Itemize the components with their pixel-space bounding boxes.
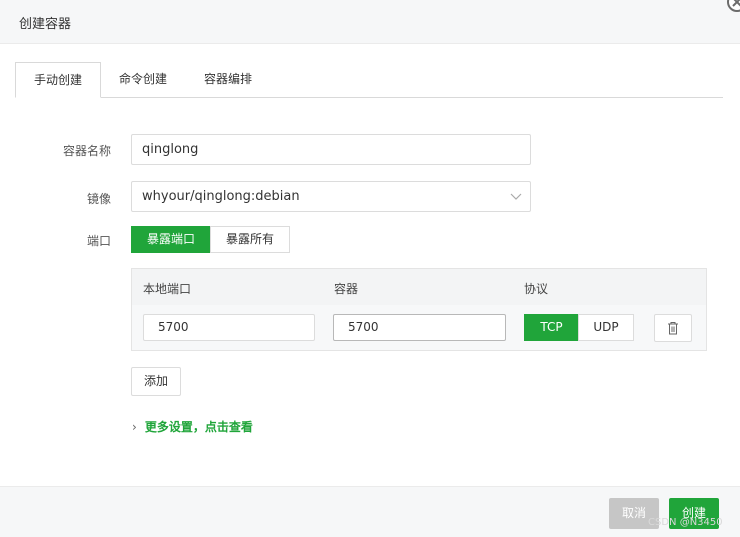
container-name-label: 容器名称 bbox=[62, 144, 111, 158]
header-protocol: 协议 bbox=[524, 282, 549, 296]
chevron-right-icon: › bbox=[132, 420, 137, 434]
tab-compose[interactable]: 容器编排 bbox=[193, 62, 263, 97]
protocol-udp-button[interactable]: UDP bbox=[578, 314, 634, 341]
port-label: 端口 bbox=[86, 234, 111, 248]
expose-port-button[interactable]: 暴露端口 bbox=[131, 226, 211, 253]
header-local-port: 本地端口 bbox=[143, 282, 192, 296]
tab-bar: 手动创建 命令创建 容器编排 bbox=[15, 62, 723, 98]
dialog-header: 创建容器 bbox=[0, 0, 740, 44]
chevron-down-icon bbox=[510, 193, 522, 200]
table-row: 5700 5700 TCP UDP bbox=[132, 305, 706, 350]
dialog-footer: 取消 创建 CSDN @N3450 bbox=[0, 486, 740, 537]
port-table-header: 本地端口 容器 协议 bbox=[132, 269, 706, 306]
more-settings-link[interactable]: › 更多设置，点击查看 bbox=[132, 418, 253, 435]
header-container-port: 容器 bbox=[334, 282, 359, 296]
trash-icon bbox=[668, 322, 678, 335]
image-select[interactable]: whyour/qinglong:debian bbox=[131, 181, 531, 212]
image-label: 镜像 bbox=[86, 192, 111, 206]
expose-all-button[interactable]: 暴露所有 bbox=[210, 226, 290, 253]
image-select-value: whyour/qinglong:debian bbox=[142, 189, 300, 204]
tab-command-create[interactable]: 命令创建 bbox=[109, 62, 177, 97]
add-port-button[interactable]: 添加 bbox=[131, 367, 181, 396]
port-table: 本地端口 容器 协议 5700 5700 TCP UDP bbox=[131, 268, 707, 351]
tab-manual-create[interactable]: 手动创建 bbox=[15, 62, 101, 98]
container-port-input[interactable]: 5700 bbox=[333, 314, 506, 341]
protocol-tcp-button[interactable]: TCP bbox=[524, 314, 579, 341]
dialog-title: 创建容器 bbox=[19, 17, 72, 32]
local-port-input[interactable]: 5700 bbox=[143, 314, 315, 341]
watermark: CSDN @N3450 bbox=[648, 517, 723, 528]
container-name-input[interactable]: qinglong bbox=[131, 134, 531, 165]
delete-row-button[interactable] bbox=[654, 314, 692, 342]
more-settings-label: 更多设置，点击查看 bbox=[144, 420, 253, 434]
close-icon bbox=[732, 0, 740, 7]
